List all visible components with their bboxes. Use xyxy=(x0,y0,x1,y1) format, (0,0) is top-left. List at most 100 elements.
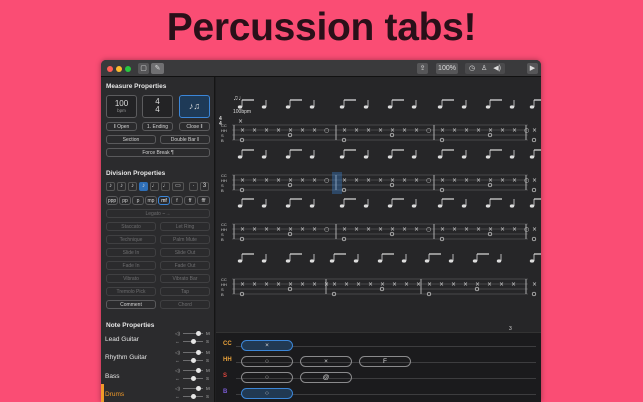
tab-sheet[interactable]: CCHHSB×××××××○×××××××○×××××××○×××××××○CC… xyxy=(216,77,541,332)
note-head xyxy=(363,204,369,208)
pad-row-label-cc: CC xyxy=(223,341,232,347)
pad-note-b-1[interactable]: ○ xyxy=(241,388,293,399)
chord-button[interactable]: Chord xyxy=(160,300,210,309)
force-break-button[interactable]: Force Break ¶ xyxy=(106,148,210,157)
hihat-hit: × xyxy=(532,226,537,233)
eighth-note-icon[interactable]: ♪ xyxy=(139,182,148,191)
hihat-hit: × xyxy=(512,127,517,134)
pan-icon: ↔ xyxy=(175,358,180,363)
tap-button[interactable]: Tap xyxy=(160,287,210,296)
mute-toggle[interactable]: M xyxy=(206,368,210,373)
slide-out-button[interactable]: Slide Out xyxy=(160,248,210,257)
vibrato-button[interactable]: Vibrato xyxy=(106,274,156,283)
metronome-icon[interactable]: ♙ xyxy=(481,65,487,72)
ending-button[interactable]: 1. Ending xyxy=(142,122,173,131)
pad-note-s-2[interactable]: @ xyxy=(300,372,352,383)
comment-button[interactable]: Comment xyxy=(106,300,156,309)
repeat-open-button[interactable]: ‖ Open xyxy=(106,122,137,131)
dynamic-ff[interactable]: ff xyxy=(184,196,196,205)
dynamic-fff[interactable]: fff xyxy=(197,196,210,205)
zoom-window-button[interactable] xyxy=(125,66,131,72)
pad-note-hh-3[interactable]: F xyxy=(359,356,411,367)
edit-pencil-icon[interactable]: ✎ xyxy=(151,63,164,74)
staccato-button[interactable]: Staccato xyxy=(106,222,156,231)
dynamic-p[interactable]: p xyxy=(132,196,144,205)
mute-toggle[interactable]: M xyxy=(206,350,210,355)
solo-toggle[interactable]: S xyxy=(206,358,209,363)
sixteenth-note-icon[interactable]: ♩ xyxy=(150,182,159,191)
note-head xyxy=(401,259,407,263)
note-head xyxy=(339,105,345,109)
fade-out-button[interactable]: Fade Out xyxy=(160,261,210,270)
volume-knob[interactable] xyxy=(196,368,201,373)
play-icon[interactable]: ▶ xyxy=(527,63,538,74)
vibrato-bar-button[interactable]: Vibrato Bar xyxy=(160,274,210,283)
dynamic-mf[interactable]: mf xyxy=(158,196,170,205)
solo-toggle[interactable]: S xyxy=(206,376,209,381)
note-grouping-icon[interactable]: ♪♫ xyxy=(179,95,210,118)
hihat-hit: × xyxy=(324,281,329,288)
thirty-second-note-icon[interactable]: ♩ xyxy=(161,182,170,191)
section-button[interactable]: Section xyxy=(106,135,156,144)
pan-knob[interactable] xyxy=(191,339,196,344)
rest-icon[interactable]: ▭ xyxy=(172,182,184,191)
title-bar: ▢ ✎ ⇪ 100% ◷ ♙ ◀) ▶ xyxy=(101,60,541,77)
close-window-button[interactable] xyxy=(107,66,113,72)
note-head xyxy=(309,105,315,109)
dynamic-ppp[interactable]: ppp xyxy=(106,196,118,205)
legato-button[interactable]: Legato ⌣→ xyxy=(106,209,210,218)
pan-knob[interactable] xyxy=(191,394,196,399)
zoom-level[interactable]: 100% xyxy=(436,63,458,74)
volume-knob[interactable] xyxy=(196,350,201,355)
time-signature-button[interactable]: 4 4 xyxy=(142,95,173,118)
note-head xyxy=(261,259,267,263)
sidebar-toggle-icon[interactable]: ▢ xyxy=(138,63,149,74)
note-head xyxy=(285,204,291,208)
minimize-window-button[interactable] xyxy=(116,66,122,72)
dynamic-pp[interactable]: pp xyxy=(119,196,131,205)
pan-knob[interactable] xyxy=(191,376,196,381)
tempo-button[interactable]: 100 bpm xyxy=(106,95,137,118)
track-name-selected[interactable]: Drums xyxy=(105,391,124,398)
volume-knob[interactable] xyxy=(196,386,201,391)
double-bar-button[interactable]: Double Bar ‖ xyxy=(160,135,210,144)
dynamic-mp[interactable]: mp xyxy=(145,196,157,205)
volume-knob[interactable] xyxy=(196,331,201,336)
share-icon[interactable]: ⇪ xyxy=(417,63,428,74)
palm-mute-button[interactable]: Palm Mute xyxy=(160,235,210,244)
solo-toggle[interactable]: S xyxy=(206,394,209,399)
pad-note-hh-1[interactable]: ○ xyxy=(241,356,293,367)
track-name[interactable]: Lead Guitar xyxy=(105,336,139,343)
note-entry-pad: CC × HH ○ × F S ○ @ B ○ xyxy=(216,332,541,402)
track-name[interactable]: Rhythm Guitar xyxy=(105,354,147,361)
mute-toggle[interactable]: M xyxy=(206,386,210,391)
repeat-close-button[interactable]: Close ‖ xyxy=(179,122,210,131)
timer-icon[interactable]: ◷ xyxy=(469,65,475,72)
half-note-icon[interactable]: ♪ xyxy=(117,182,126,191)
track-name[interactable]: Bass xyxy=(105,373,119,380)
note-head xyxy=(437,105,443,109)
pan-knob[interactable] xyxy=(191,358,196,363)
technique-button[interactable]: Technique xyxy=(106,235,156,244)
tremolo-pick-button[interactable]: Tremolo Pick xyxy=(106,287,156,296)
pad-note-s-1[interactable]: ○ xyxy=(241,372,293,383)
let-ring-button[interactable]: Let Ring xyxy=(160,222,210,231)
pad-note-hh-2[interactable]: × xyxy=(300,356,352,367)
mute-toggle[interactable]: M xyxy=(206,331,210,336)
note-head xyxy=(285,155,291,159)
hihat-hit: × xyxy=(440,226,445,233)
fade-in-button[interactable]: Fade In xyxy=(106,261,156,270)
dynamic-f[interactable]: f xyxy=(171,196,183,205)
quarter-note-icon[interactable]: ♪ xyxy=(128,182,137,191)
pad-note-cc-1[interactable]: × xyxy=(241,340,293,351)
hihat-hit: × xyxy=(487,281,492,288)
triplet-icon[interactable]: 3 xyxy=(200,182,209,191)
dot-icon[interactable]: · xyxy=(189,182,198,191)
hihat-hit: × xyxy=(240,226,245,233)
note-head xyxy=(529,259,535,263)
solo-toggle[interactable]: S xyxy=(206,339,209,344)
hihat-hit: × xyxy=(402,226,407,233)
speaker-icon[interactable]: ◀) xyxy=(493,65,501,72)
slide-in-button[interactable]: Slide In xyxy=(106,248,156,257)
whole-note-icon[interactable]: ♪ xyxy=(106,182,115,191)
